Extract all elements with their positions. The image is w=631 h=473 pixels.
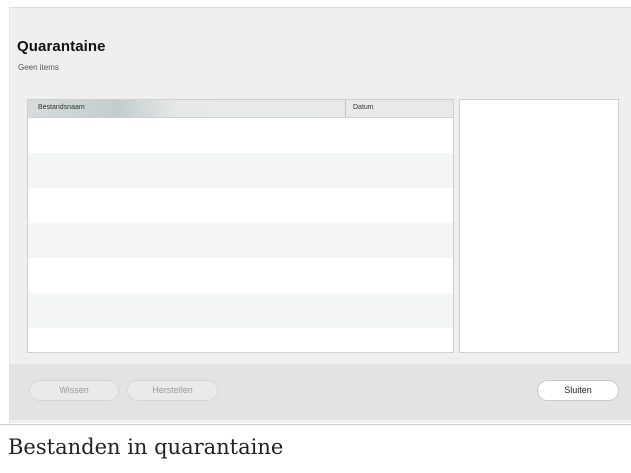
empty-table-row bbox=[28, 258, 453, 293]
detail-preview-panel bbox=[459, 99, 619, 353]
caption-divider bbox=[0, 424, 631, 425]
quarantine-file-table[interactable]: Bestandsnaam Datum bbox=[27, 99, 454, 353]
table-header: Bestandsnaam Datum bbox=[28, 100, 453, 118]
figure-caption: Bestanden in quarantaine bbox=[8, 435, 284, 459]
empty-table-row bbox=[28, 188, 453, 223]
close-button[interactable]: Sluiten bbox=[537, 380, 619, 401]
clear-button[interactable]: Wissen bbox=[29, 380, 119, 401]
restore-button[interactable]: Herstellen bbox=[127, 380, 218, 401]
column-header-filename[interactable]: Bestandsnaam bbox=[28, 100, 346, 117]
empty-table-row bbox=[28, 223, 453, 258]
table-body bbox=[28, 118, 453, 352]
item-count-label: Geen items bbox=[18, 63, 59, 72]
empty-table-row bbox=[28, 328, 453, 352]
dialog-footer: Wissen Herstellen Sluiten bbox=[9, 364, 631, 420]
empty-table-row bbox=[28, 153, 453, 188]
column-header-date[interactable]: Datum bbox=[346, 100, 453, 117]
dialog-title: Quarantaine bbox=[17, 38, 106, 55]
empty-table-row bbox=[28, 293, 453, 328]
empty-table-row bbox=[28, 118, 453, 153]
